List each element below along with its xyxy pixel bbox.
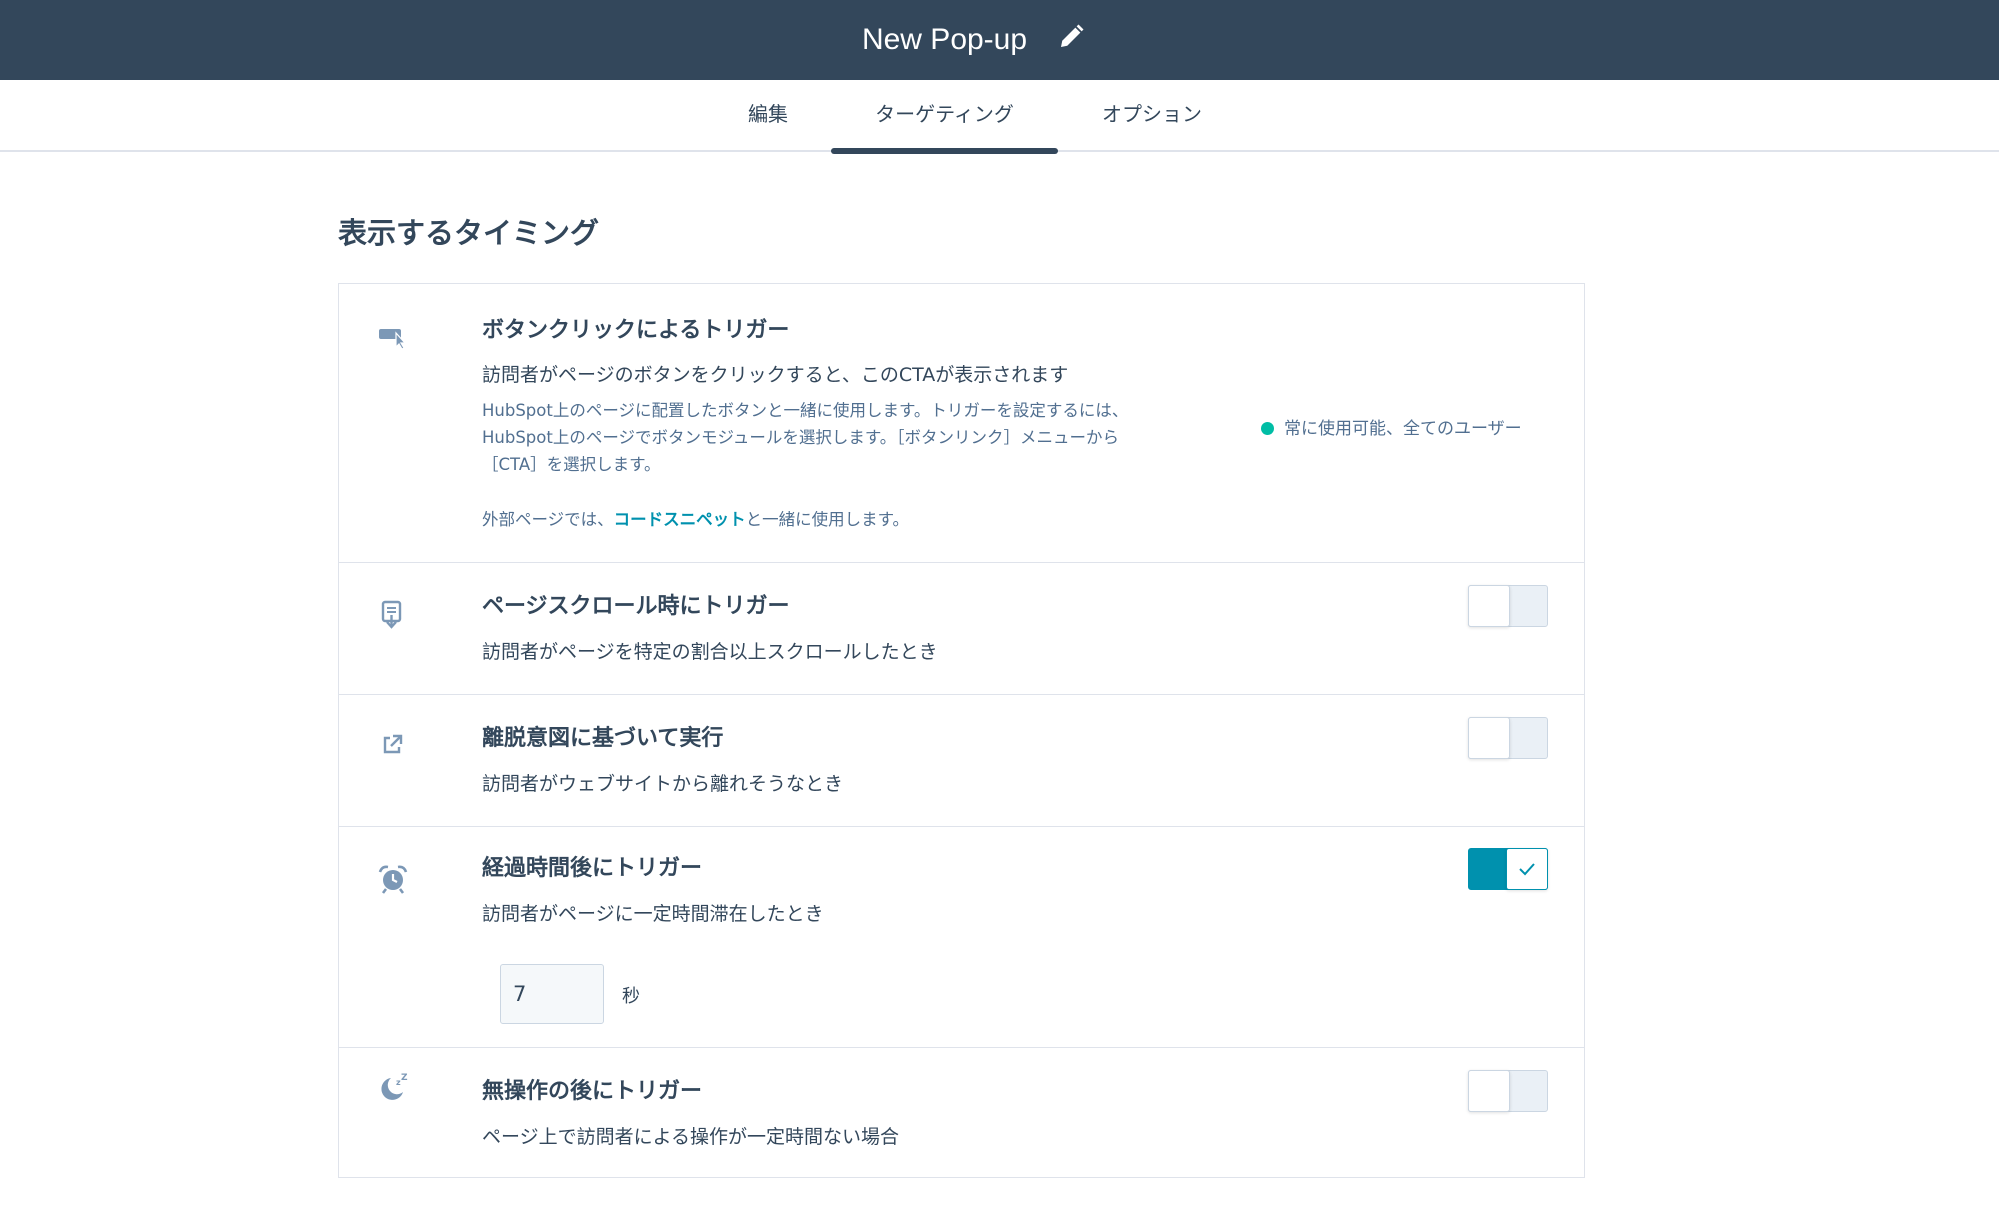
trigger-title: 無操作の後にトリガー <box>482 1079 703 1104</box>
toggle-knob <box>1468 717 1510 759</box>
exit-intent-toggle[interactable] <box>1468 717 1548 759</box>
trigger-description: 訪問者がページを特定の割合以上スクロールしたとき <box>482 641 938 663</box>
scroll-down-icon <box>377 599 407 629</box>
tab-options[interactable]: オプション <box>1084 80 1220 152</box>
toggle-knob <box>1468 1070 1510 1112</box>
trigger-description: ページ上で訪問者による操作が一定時間ない場合 <box>482 1126 900 1148</box>
trigger-row-elapsed-time: 経過時間後にトリガー 訪問者がページに一定時間滞在したとき 秒 <box>339 827 1584 1048</box>
availability-status: 常に使用可能、全てのユーザー <box>1261 414 1522 439</box>
trigger-row-exit-intent: 離脱意図に基づいて実行 訪問者がウェブサイトから離れそうなとき <box>339 695 1584 827</box>
toggle-knob <box>1506 848 1548 890</box>
section-title: 表示するタイミング <box>338 216 600 250</box>
edit-title-button[interactable] <box>1056 22 1086 52</box>
trigger-row-scroll: ページスクロール時にトリガー 訪問者がページを特定の割合以上スクロールしたとき <box>339 563 1584 695</box>
trigger-title: ページスクロール時にトリガー <box>482 594 790 619</box>
check-icon <box>1519 863 1535 876</box>
page-title: New Pop-up <box>861 23 1028 56</box>
alarm-clock-icon <box>377 863 408 894</box>
seconds-input[interactable] <box>500 964 604 1024</box>
tab-bar: 編集 ターゲティング オプション <box>0 80 1999 154</box>
trigger-title: 経過時間後にトリガー <box>482 856 703 881</box>
elapsed-time-toggle[interactable] <box>1468 848 1548 890</box>
trigger-description: 訪問者がページに一定時間滞在したとき <box>482 903 824 925</box>
trigger-note-line-1: HubSpot上のページに配置したボタンと一緒に使用します。トリガーを設定するに… <box>482 401 1129 420</box>
trigger-row-button-click: ボタンクリックによるトリガー 訪問者がページのボタンをクリックすると、このCTA… <box>339 284 1584 563</box>
top-bar: New Pop-up <box>0 0 1999 80</box>
trigger-description: 訪問者がウェブサイトから離れそうなとき <box>482 773 844 795</box>
status-dot <box>1261 422 1274 435</box>
trigger-description: 訪問者がページのボタンをクリックすると、このCTAが表示されます <box>482 364 1069 386</box>
tab-edit[interactable]: 編集 <box>728 80 808 152</box>
trigger-note-line-3: ［CTA］を選択します。 <box>482 455 661 474</box>
trigger-note-line-2: HubSpot上のページでボタンモジュールを選択します。［ボタンリンク］メニュー… <box>482 428 1119 447</box>
toggle-knob <box>1468 585 1510 627</box>
external-note-suffix: と一緒に使用します。 <box>745 510 910 529</box>
external-page-note: 外部ページでは、コードスニペットと一緒に使用します。 <box>482 506 909 533</box>
pencil-icon <box>1061 24 1084 47</box>
external-link-icon <box>377 730 407 760</box>
availability-label: 常に使用可能、全てのユーザー <box>1284 419 1522 439</box>
trigger-title: 離脱意図に基づいて実行 <box>482 726 724 751</box>
code-snippet-link[interactable]: コードスニペット <box>614 510 746 529</box>
button-click-icon <box>377 322 407 352</box>
seconds-unit-label: 秒 <box>622 986 640 1007</box>
inactivity-toggle[interactable] <box>1468 1070 1548 1112</box>
external-note-prefix: 外部ページでは、 <box>482 510 614 529</box>
tab-targeting[interactable]: ターゲティング <box>831 80 1058 154</box>
sleep-moon-icon: z Z <box>377 1072 408 1102</box>
svg-text:Z: Z <box>401 1073 408 1083</box>
trigger-row-inactivity: z Z 無操作の後にトリガー ページ上で訪問者による操作が一定時間ない場合 <box>339 1048 1584 1179</box>
trigger-title: ボタンクリックによるトリガー <box>482 318 790 343</box>
scroll-trigger-toggle[interactable] <box>1468 585 1548 627</box>
trigger-list: ボタンクリックによるトリガー 訪問者がページのボタンをクリックすると、このCTA… <box>338 283 1585 1178</box>
